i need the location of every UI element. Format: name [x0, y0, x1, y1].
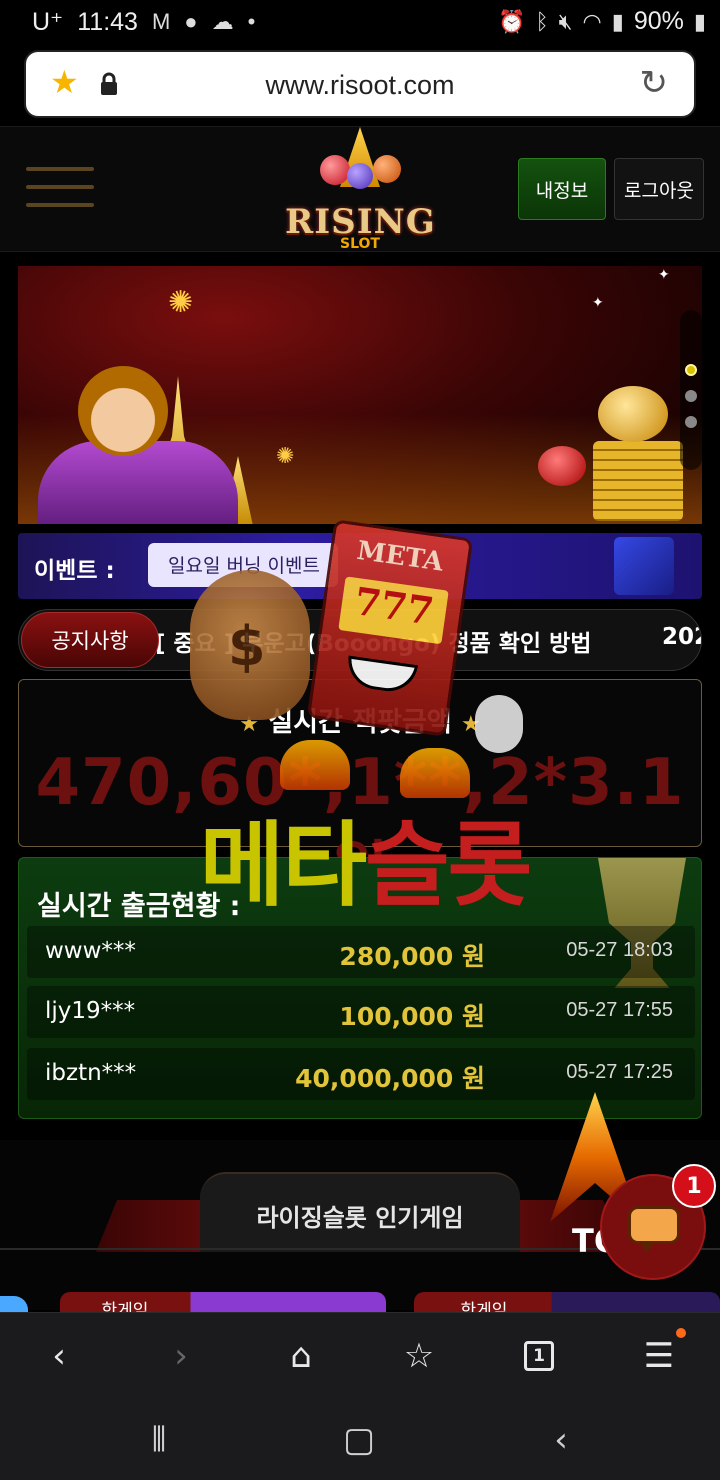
jackpot-panel: ★ 실시간 잭팟금액 ★ 470,60*,1**,2*3.1 원: [18, 679, 702, 909]
logo-word: RISING: [285, 202, 436, 242]
sparkle-icon: ✦: [658, 267, 670, 283]
firework-icon: ✺: [168, 285, 194, 320]
signal-icon: ▮: [611, 8, 624, 34]
browser-toolbar: ‹ › ⌂ ☆ 1 ☰: [0, 1312, 720, 1398]
tabs-button[interactable]: 1: [514, 1333, 564, 1379]
dancer-illustration: [78, 366, 168, 456]
logo-gem-icon: [373, 155, 401, 183]
notice-text[interactable]: [ 중요 ] 부운고(Booongo) 정품 확인 방법: [155, 624, 591, 658]
event-text[interactable]: 일요일 버닝 이벤트: [168, 551, 320, 578]
system-back-icon[interactable]: ‹: [536, 1420, 586, 1460]
dancer-illustration: [38, 441, 238, 524]
star-icon: ★: [461, 712, 481, 737]
withdrawal-row: ljy19*** 100,000 원 05-27 17:55: [27, 986, 695, 1038]
hammer-illustration: [538, 446, 586, 486]
chat-bubble-icon: [628, 1206, 680, 1253]
bookmarks-icon[interactable]: ☆: [394, 1333, 444, 1379]
golden-pig-illustration: [598, 386, 668, 442]
menu-hamburger-button[interactable]: [26, 163, 94, 211]
status-bar: U⁺ 11:43 M ● ☁ • ⏰ ᛒ 🔇︎ ◠ ▮ 90% ▮: [0, 0, 720, 44]
withdrawal-time: 05-27 18:03: [566, 939, 673, 961]
address-bar[interactable]: ★ www.risoot.com ↻: [24, 50, 696, 118]
gift-icon: [614, 537, 674, 595]
notice-ticker[interactable]: 공지사항 [ 중요 ] 부운고(Booongo) 정품 확인 방법 202: [18, 609, 702, 671]
withdrawal-row: www*** 280,000 원 05-27 18:03: [27, 926, 695, 978]
banner-dot[interactable]: [685, 390, 697, 402]
chat-unread-badge: 1: [672, 1164, 716, 1208]
event-label: 이벤트 :: [34, 558, 115, 584]
event-bar[interactable]: 이벤트 : 일요일 버닝 이벤트: [18, 533, 702, 599]
url-text[interactable]: www.risoot.com: [26, 70, 694, 101]
forward-icon[interactable]: ›: [156, 1333, 206, 1379]
tabs-count: 1: [524, 1341, 554, 1371]
battery-level: 90%: [633, 7, 684, 35]
reload-icon[interactable]: ↻: [640, 66, 669, 100]
wifi-icon: ◠: [582, 8, 602, 34]
logo-sub: SLOT: [340, 236, 380, 252]
clock: 11:43: [77, 7, 138, 36]
withdrawal-time: 05-27 17:25: [566, 1061, 673, 1083]
logout-button[interactable]: 로그아웃: [614, 158, 704, 220]
site-logo[interactable]: RISING SLOT: [285, 127, 435, 253]
jackpot-title-row: ★ 실시간 잭팟금액 ★: [19, 700, 701, 739]
bluetooth-icon: ᛒ: [535, 8, 549, 34]
recent-apps-icon[interactable]: ⦀: [134, 1420, 184, 1460]
site-header: RISING SLOT 내정보 로그아웃: [0, 126, 720, 252]
sparkle-icon: ✦: [592, 295, 604, 311]
battery-icon: ▮: [693, 8, 706, 34]
jackpot-title: 실시간 잭팟금액: [268, 707, 452, 738]
sparkler-icon: ✺: [276, 444, 295, 469]
notice-badge[interactable]: 공지사항: [21, 612, 159, 668]
back-icon[interactable]: ‹: [34, 1333, 84, 1379]
more-notifications-icon: •: [247, 9, 256, 34]
my-info-button[interactable]: 내정보: [518, 158, 606, 220]
system-nav-bar: ⦀ ▢ ‹: [0, 1398, 720, 1480]
withdrawal-title: 실시간 출금현황 :: [37, 891, 241, 922]
promo-banner[interactable]: ✺ ✺ ✦ ✦: [18, 266, 702, 524]
withdrawal-user: www***: [45, 938, 136, 964]
withdrawal-user: ibztn***: [45, 1060, 137, 1086]
cloud-icon: ☁: [211, 9, 234, 34]
withdrawal-time: 05-27 17:55: [566, 999, 673, 1021]
withdrawal-panel: 실시간 출금현황 : www*** 280,000 원 05-27 18:03 …: [18, 857, 702, 1119]
home-button-icon[interactable]: ▢: [334, 1420, 384, 1460]
app-notification-icon: ●: [184, 9, 198, 34]
withdrawal-user: ljy19***: [45, 998, 136, 1024]
notice-date: 202: [662, 624, 701, 650]
star-icon: ★: [239, 712, 259, 737]
withdrawal-amount: 280,000 원: [339, 942, 485, 971]
coin-stack-illustration: [593, 441, 683, 521]
menu-notification-dot: [676, 1328, 686, 1338]
alarm-icon: ⏰: [498, 8, 526, 34]
banner-pagination: [680, 310, 702, 470]
withdrawal-amount: 100,000 원: [339, 1002, 485, 1031]
gmail-icon: M: [151, 9, 171, 34]
carrier-label: U⁺: [32, 8, 64, 36]
withdrawal-amount: 40,000,000 원: [295, 1064, 485, 1093]
logo-gem-icon: [347, 163, 373, 189]
popular-games-title: 라이징슬롯 인기게임: [256, 1204, 464, 1232]
logo-gem-icon: [320, 155, 350, 185]
home-icon[interactable]: ⌂: [276, 1333, 326, 1379]
banner-dot-active[interactable]: [685, 364, 697, 376]
mute-icon: 🔇︎: [558, 8, 573, 34]
banner-dot[interactable]: [685, 416, 697, 428]
browser-menu-icon[interactable]: ☰: [634, 1333, 684, 1379]
